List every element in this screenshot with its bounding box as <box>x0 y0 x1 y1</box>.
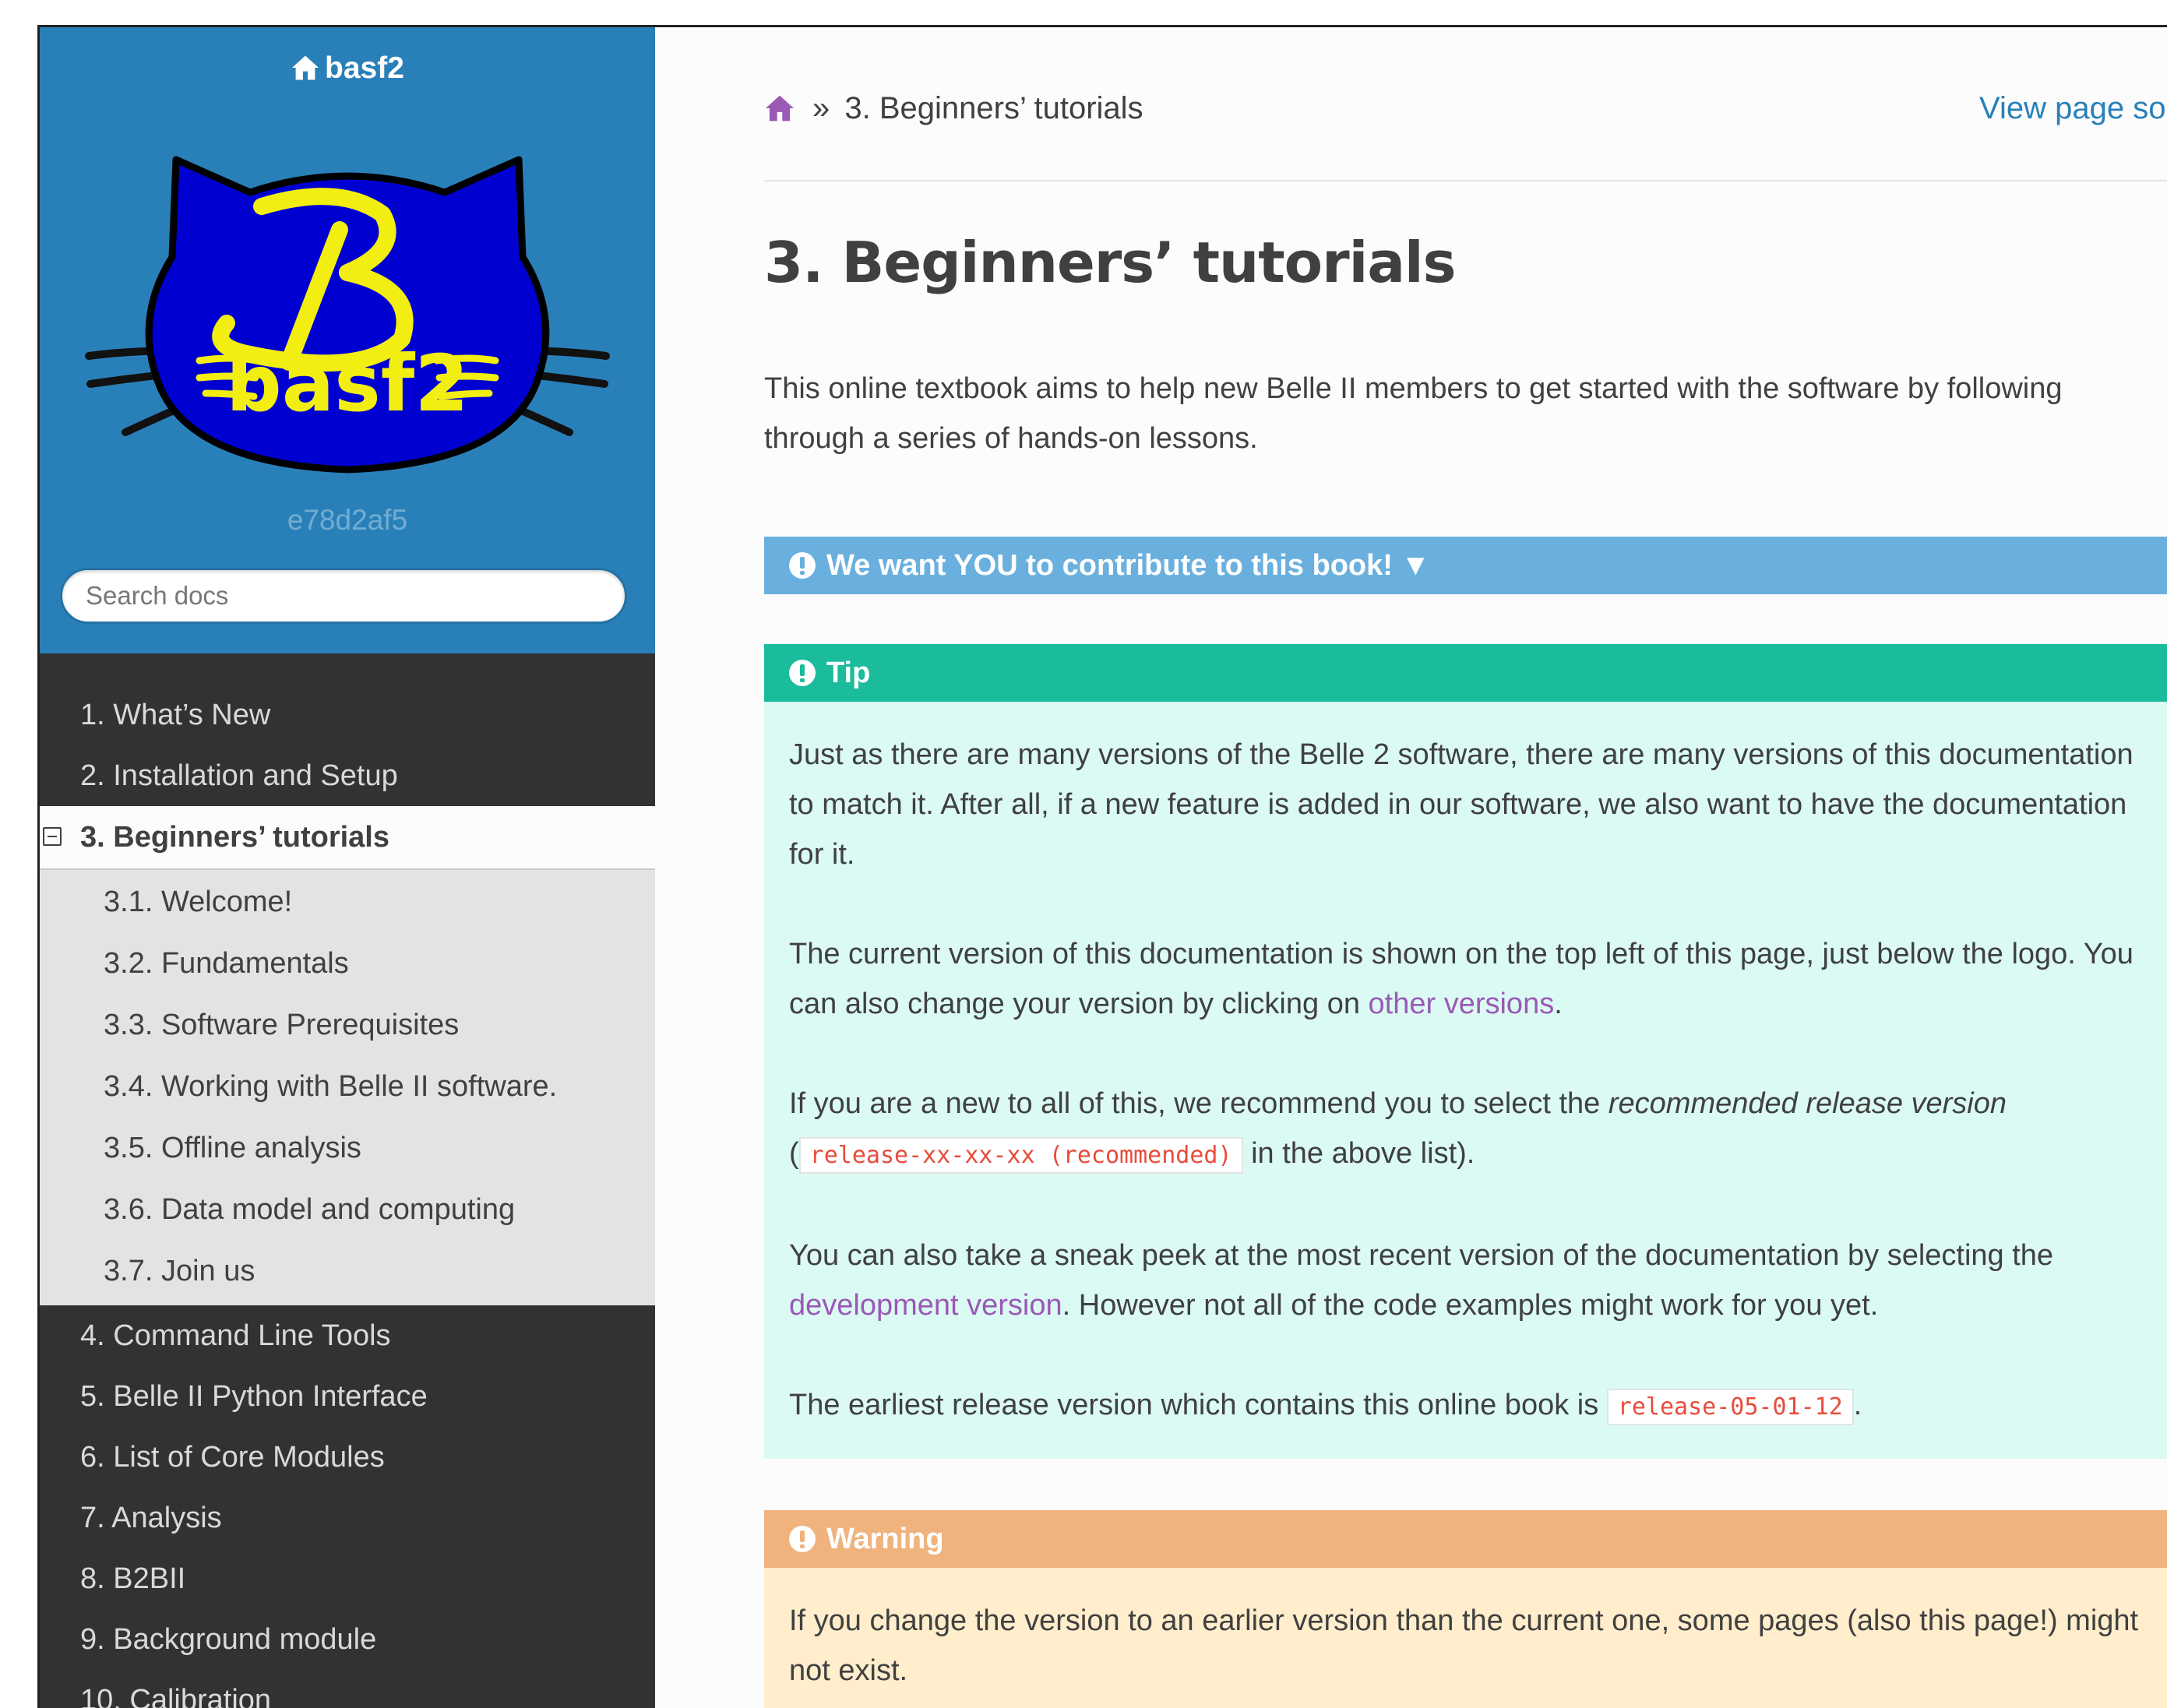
sidebar: basf2 basf2 e78d2af5 Search docs 1. What… <box>40 27 655 1708</box>
tip-paragraph-3: If you are a new to all of this, we reco… <box>789 1079 2144 1181</box>
collapse-icon[interactable] <box>43 827 62 846</box>
dropdown-arrow-icon: ▼ <box>1401 549 1431 582</box>
subnav-item-welcome[interactable]: 3.1. Welcome! <box>40 872 655 933</box>
tip-paragraph-4: You can also take a sneak peek at the mo… <box>789 1239 2054 1322</box>
breadcrumb: » 3. Beginners’ tutorials <box>764 91 1143 126</box>
basf2-logo[interactable]: basf2 <box>83 121 612 495</box>
project-home-link[interactable]: basf2 <box>40 48 655 90</box>
subnav-item-working-with-software[interactable]: 3.4. Working with Belle II software. <box>40 1056 655 1118</box>
nav-item-whats-new[interactable]: 1. What’s New <box>40 685 655 745</box>
subnav-item-fundamentals[interactable]: 3.2. Fundamentals <box>40 933 655 995</box>
page-title: 3. Beginners’ tutorials <box>764 230 1456 295</box>
tip-body: Just as there are many versions of the B… <box>764 702 2167 1459</box>
warning-header: Warning <box>764 1510 2167 1568</box>
nav-item-command-line-tools[interactable]: 4. Command Line Tools <box>40 1305 655 1366</box>
nav-item-b2bii[interactable]: 8. B2BII <box>40 1548 655 1609</box>
project-name: basf2 <box>325 51 404 85</box>
toc-nav: 1. What’s New 2. Installation and Setup … <box>40 685 655 1708</box>
sidebar-header: basf2 basf2 e78d2af5 Search docs <box>40 27 655 653</box>
header-divider <box>764 180 2167 181</box>
warning-title: Warning <box>826 1523 944 1555</box>
nav-item-analysis[interactable]: 7. Analysis <box>40 1488 655 1548</box>
breadcrumb-current: 3. Beginners’ tutorials <box>844 91 1143 125</box>
nav-item-calibration[interactable]: 10. Calibration <box>40 1670 655 1708</box>
development-version-link[interactable]: development version <box>789 1289 1062 1322</box>
other-versions-link[interactable]: other versions <box>1369 988 1555 1020</box>
home-icon <box>292 55 319 80</box>
recommended-release-emphasis: recommended release version <box>1608 1087 2007 1120</box>
home-icon[interactable] <box>764 94 795 122</box>
nav-current-label: 3. Beginners’ tutorials <box>80 821 389 854</box>
subnav-item-data-model[interactable]: 3.6. Data model and computing <box>40 1179 655 1241</box>
search-input[interactable] <box>60 568 627 624</box>
subnav-item-prerequisites[interactable]: 3.3. Software Prerequisites <box>40 995 655 1056</box>
view-page-source-link[interactable]: View page source <box>1979 91 2167 126</box>
version-label: e78d2af5 <box>287 504 408 536</box>
exclamation-circle-icon <box>789 1526 816 1552</box>
tip-title: Tip <box>826 657 871 689</box>
tip-paragraph-2: The current version of this documentatio… <box>789 938 2134 1020</box>
tip-header: Tip <box>764 644 2167 702</box>
earliest-release-code: release-05-01-12 <box>1606 1389 1854 1425</box>
nav-item-python-interface[interactable]: 5. Belle II Python Interface <box>40 1366 655 1427</box>
breadcrumb-separator: » <box>812 91 830 125</box>
exclamation-circle-icon <box>789 660 816 686</box>
browser-viewport: basf2 basf2 e78d2af5 Search docs 1. What… <box>37 25 2167 1708</box>
main-content: » 3. Beginners’ tutorials View page sour… <box>764 27 2167 1708</box>
subnav-item-offline-analysis[interactable]: 3.5. Offline analysis <box>40 1118 655 1179</box>
nav-item-beginners-tutorials[interactable]: 3. Beginners’ tutorials <box>40 806 655 870</box>
contribute-title: We want YOU to contribute to this book! <box>826 549 1393 582</box>
logo-text: basf2 <box>226 338 469 429</box>
nav-item-installation[interactable]: 2. Installation and Setup <box>40 745 655 806</box>
recommended-release-code: release-xx-xx-xx (recommended) <box>798 1137 1243 1174</box>
tip-paragraph-1: Just as there are many versions of the B… <box>789 738 2134 871</box>
subnav-item-join-us[interactable]: 3.7. Join us <box>40 1241 655 1302</box>
subnav: 3.1. Welcome! 3.2. Fundamentals 3.3. Sof… <box>40 870 655 1305</box>
contribute-dropdown[interactable]: We want YOU to contribute to this book! … <box>764 537 2167 594</box>
nav-item-background-module[interactable]: 9. Background module <box>40 1609 655 1670</box>
exclamation-circle-icon <box>789 552 816 579</box>
warning-body: If you change the version to an earlier … <box>764 1568 2167 1708</box>
intro-paragraph: This online textbook aims to help new Be… <box>764 372 2063 455</box>
tip-paragraph-5: The earliest release version which conta… <box>789 1380 2144 1432</box>
nav-item-core-modules[interactable]: 6. List of Core Modules <box>40 1427 655 1488</box>
